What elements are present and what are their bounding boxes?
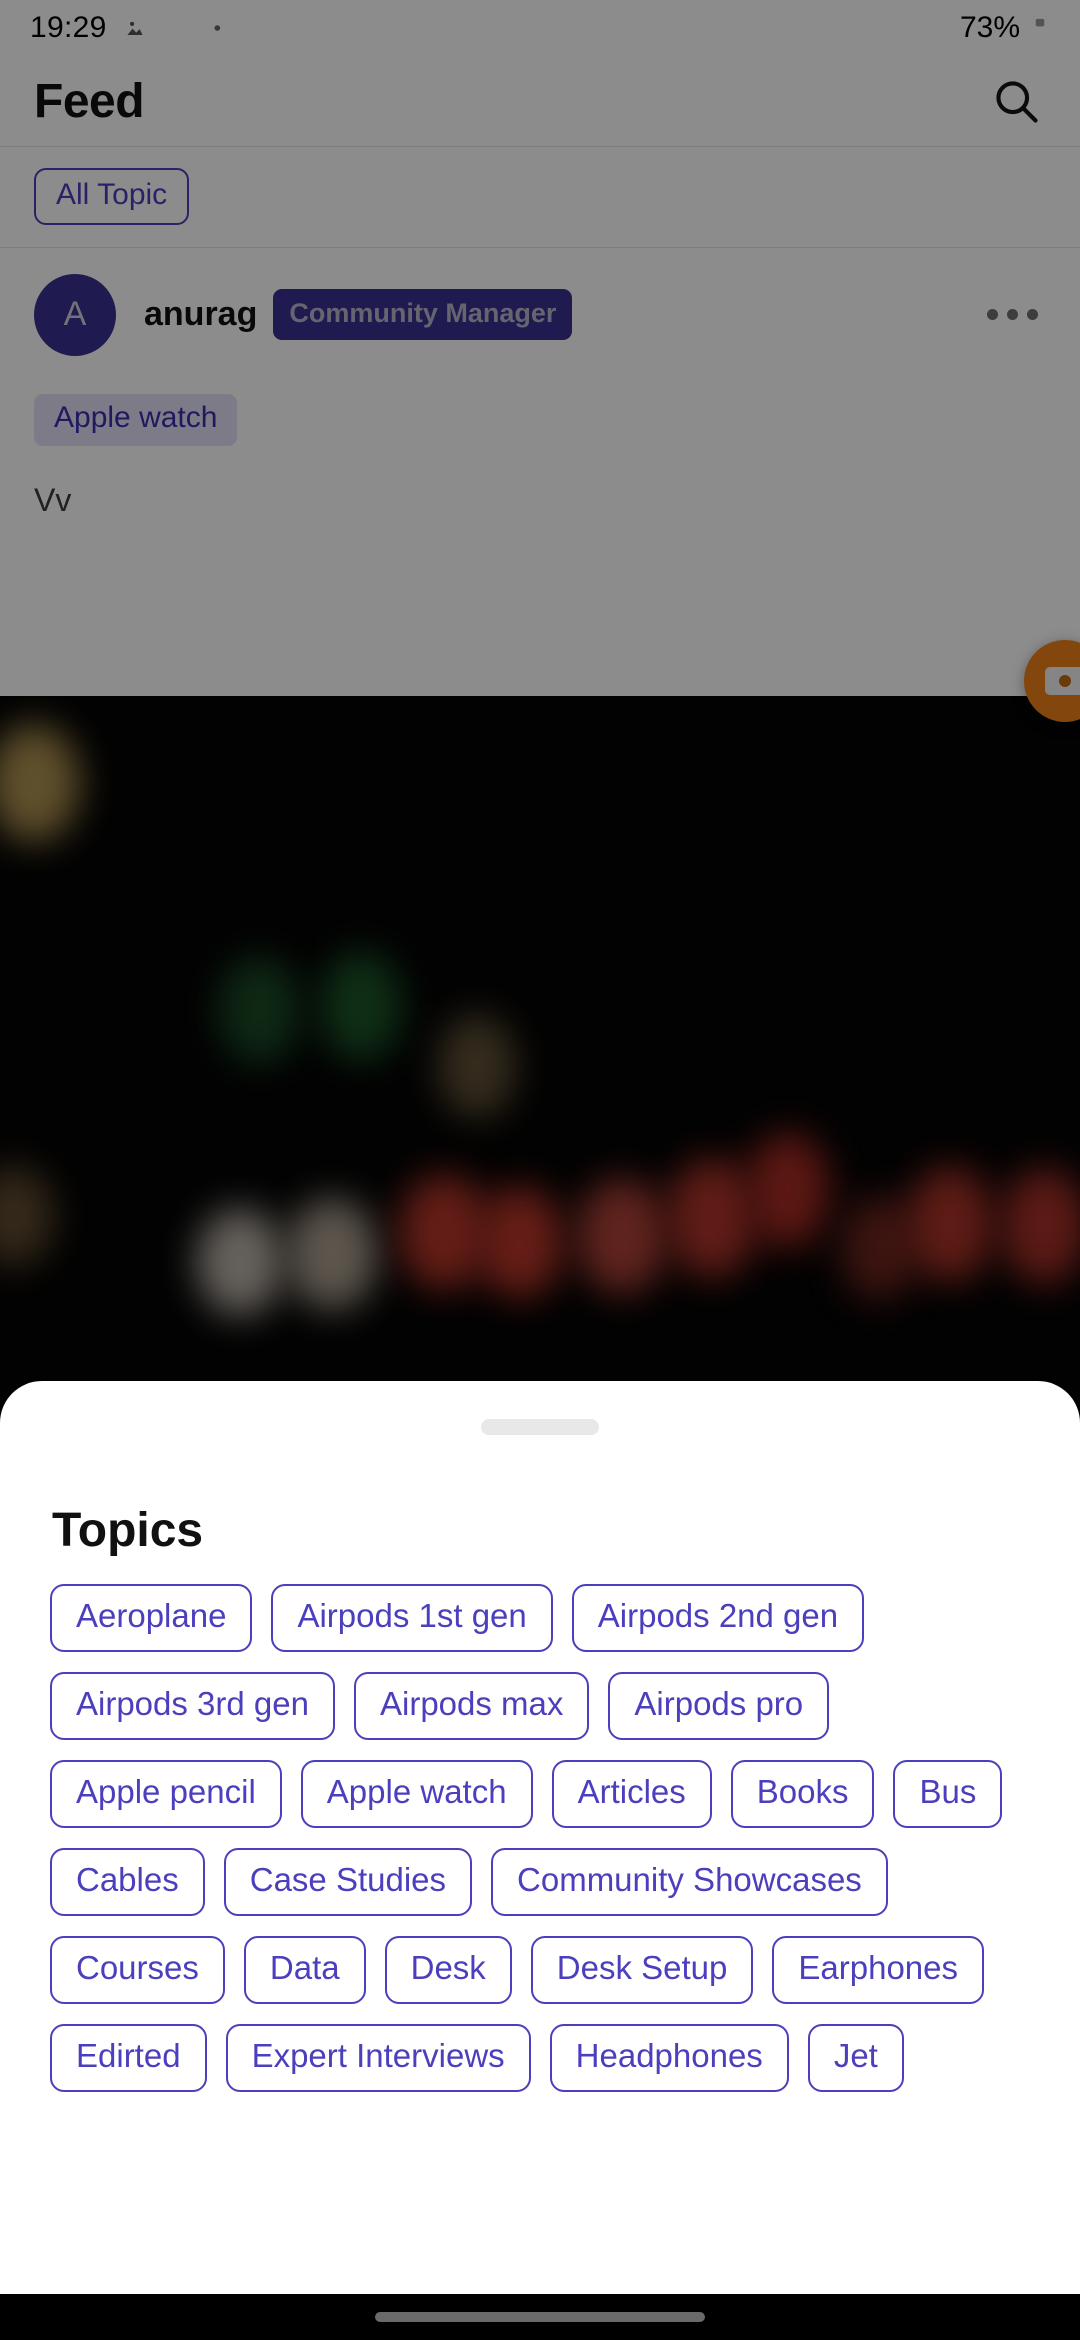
topic-chip[interactable]: Edirted	[50, 2023, 207, 2092]
topic-chip[interactable]: Aeroplane	[50, 1584, 253, 1652]
topic-chip[interactable]: Desk Setup	[530, 1935, 754, 2004]
navigation-bar	[0, 2294, 1080, 2340]
drag-handle[interactable]	[481, 1419, 599, 1435]
topic-chip[interactable]: Courses	[50, 1935, 225, 2004]
topic-chip[interactable]: Airpods 1st gen	[271, 1584, 553, 1652]
topic-chip[interactable]: Books	[730, 1759, 875, 1828]
topic-chip[interactable]: Expert Interviews	[225, 2023, 531, 2092]
topic-chip[interactable]: Community Showcases	[491, 1847, 888, 1916]
topic-chip[interactable]: Data	[243, 1935, 366, 2004]
topic-chip[interactable]: Jet	[807, 2023, 904, 2092]
topic-chip[interactable]: Airpods max	[353, 1671, 590, 1740]
topic-chip[interactable]: Cables	[50, 1847, 205, 1916]
topic-chip[interactable]: Airpods 2nd gen	[571, 1584, 865, 1652]
topic-chip[interactable]: Apple watch	[300, 1759, 533, 1828]
topics-list: Aeroplane Airpods 1st gen Airpods 2nd gen A…	[0, 1558, 1080, 2092]
topic-chip[interactable]: Bus	[893, 1759, 1003, 1828]
topic-chip[interactable]: Apple pencil	[50, 1759, 282, 1828]
topic-chip[interactable]: Headphones	[549, 2023, 789, 2092]
topics-bottom-sheet: Topics Aeroplane Airpods 1st gen Airpods 2…	[0, 1381, 1080, 2340]
topic-chip[interactable]: Airpods pro	[608, 1671, 830, 1740]
topic-chip[interactable]: Articles	[551, 1759, 712, 1828]
topic-chip[interactable]: Case Studies	[223, 1847, 473, 1916]
topic-chip[interactable]: Desk	[384, 1935, 512, 2004]
topic-chip[interactable]: Earphones	[772, 1935, 985, 2004]
home-indicator[interactable]	[375, 2312, 705, 2322]
topic-chip[interactable]: Airpods 3rd gen	[50, 1671, 335, 1740]
sheet-title: Topics	[52, 1504, 204, 1557]
